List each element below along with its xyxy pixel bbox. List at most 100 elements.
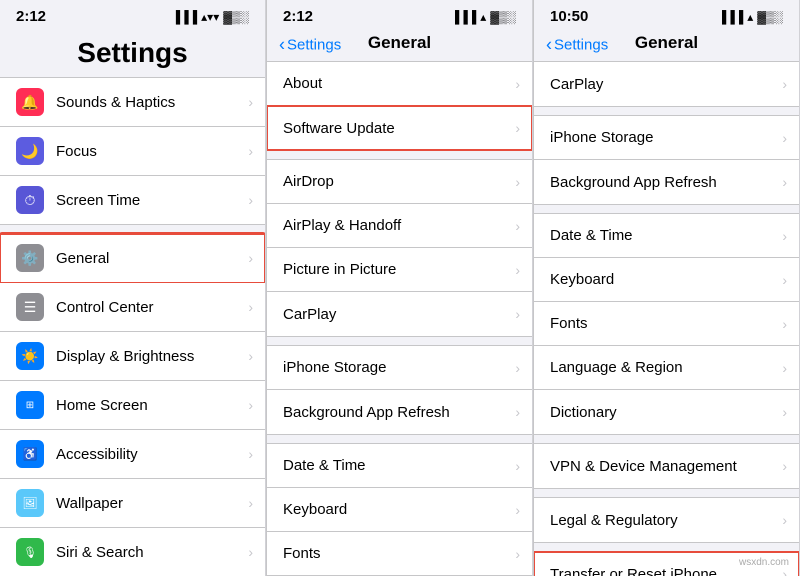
- airdrop-label: AirDrop: [283, 173, 515, 190]
- general-item-iphone-storage[interactable]: iPhone Storage ›: [267, 346, 532, 390]
- about-chevron: ›: [515, 76, 520, 92]
- general-item-airdrop[interactable]: AirDrop ›: [267, 160, 532, 204]
- settings-item-home-screen[interactable]: ⊞ Home Screen ›: [0, 381, 265, 430]
- general-item-fonts[interactable]: Fonts ›: [267, 532, 532, 576]
- about-label: About: [283, 75, 515, 92]
- general-item-software-update[interactable]: Software Update ›: [267, 106, 532, 150]
- fonts-chevron-3: ›: [782, 316, 787, 332]
- sounds-icon: 🔔: [16, 88, 44, 116]
- wallpaper-chevron: ›: [248, 495, 253, 511]
- general3-item-date-time[interactable]: Date & Time ›: [534, 214, 799, 258]
- settings-item-siri[interactable]: 🎙 Siri & Search ›: [0, 528, 265, 576]
- language-label-3: Language & Region: [550, 359, 782, 376]
- status-icons-1: ▐▐▐ ▴▾▾ ▓▒░: [172, 10, 249, 24]
- settings-item-general[interactable]: ⚙️ General ›: [0, 234, 265, 283]
- settings-title-bar: Settings: [0, 29, 265, 77]
- control-center-chevron: ›: [248, 299, 253, 315]
- general3-item-iphone-storage[interactable]: iPhone Storage ›: [534, 116, 799, 160]
- general3-group-5: Legal & Regulatory ›: [534, 497, 799, 543]
- general3-item-keyboard[interactable]: Keyboard ›: [534, 258, 799, 302]
- accessibility-icon: ♿: [16, 440, 44, 468]
- settings-item-wallpaper[interactable]: 🖼 Wallpaper ›: [0, 479, 265, 528]
- settings-item-sounds[interactable]: 🔔 Sounds & Haptics ›: [0, 78, 265, 127]
- panel-1-settings: 2:12 ▐▐▐ ▴▾▾ ▓▒░ Settings 🔔 Sounds & Hap…: [0, 0, 266, 576]
- general3-item-dictionary[interactable]: Dictionary ›: [534, 390, 799, 434]
- settings-title: Settings: [77, 37, 187, 68]
- screen-time-label: Screen Time: [56, 192, 248, 209]
- general3-item-legal[interactable]: Legal & Regulatory ›: [534, 498, 799, 542]
- general-group-4: Date & Time › Keyboard › Fonts › Languag…: [267, 443, 532, 576]
- software-update-label: Software Update: [283, 120, 515, 137]
- nav-title-2: General: [368, 33, 431, 52]
- general3-item-background-refresh[interactable]: Background App Refresh ›: [534, 160, 799, 204]
- siri-icon: 🎙: [16, 538, 44, 566]
- back-label-2: Settings: [287, 37, 341, 54]
- back-button-2[interactable]: ‹ Settings: [279, 35, 341, 56]
- watermark: wsxdn.com: [739, 557, 789, 568]
- general3-item-vpn[interactable]: VPN & Device Management ›: [534, 444, 799, 488]
- general-group-3: iPhone Storage › Background App Refresh …: [267, 345, 532, 435]
- picture-chevron: ›: [515, 262, 520, 278]
- background-refresh-label-2: Background App Refresh: [283, 404, 515, 421]
- wifi-icon-2: ▴: [480, 10, 486, 24]
- battery-icon: ▓▒░: [223, 10, 249, 24]
- general-item-airplay[interactable]: AirPlay & Handoff ›: [267, 204, 532, 248]
- screen-time-chevron: ›: [248, 192, 253, 208]
- settings-item-accessibility[interactable]: ♿ Accessibility ›: [0, 430, 265, 479]
- battery-icon-2: ▓▒░: [490, 10, 516, 24]
- legal-chevron-3: ›: [782, 512, 787, 528]
- airplay-label: AirPlay & Handoff: [283, 217, 515, 234]
- date-time-chevron-3: ›: [782, 228, 787, 244]
- home-screen-label: Home Screen: [56, 397, 248, 414]
- dictionary-chevron-3: ›: [782, 404, 787, 420]
- general-item-about[interactable]: About ›: [267, 62, 532, 106]
- settings-item-display[interactable]: ☀️ Display & Brightness ›: [0, 332, 265, 381]
- display-icon: ☀️: [16, 342, 44, 370]
- general3-item-fonts[interactable]: Fonts ›: [534, 302, 799, 346]
- carplay-label-2: CarPlay: [283, 306, 515, 323]
- general-item-carplay[interactable]: CarPlay ›: [267, 292, 532, 336]
- settings-item-screen-time[interactable]: ⏱ Screen Time ›: [0, 176, 265, 224]
- status-bar-1: 2:12 ▐▐▐ ▴▾▾ ▓▒░: [0, 0, 265, 29]
- settings-item-control-center[interactable]: ☰ Control Center ›: [0, 283, 265, 332]
- fonts-label-2: Fonts: [283, 545, 515, 562]
- status-bar-3: 10:50 ▐▐▐ ▴ ▓▒░: [534, 0, 799, 29]
- back-chevron-2: ‹: [279, 35, 285, 56]
- wallpaper-icon: 🖼: [16, 489, 44, 517]
- general3-item-carplay[interactable]: CarPlay ›: [534, 62, 799, 106]
- siri-chevron: ›: [248, 544, 253, 560]
- background-refresh-chevron-2: ›: [515, 404, 520, 420]
- display-label: Display & Brightness: [56, 348, 248, 365]
- settings-item-focus[interactable]: 🌙 Focus ›: [0, 127, 265, 176]
- language-chevron-3: ›: [782, 360, 787, 376]
- general3-group-2: iPhone Storage › Background App Refresh …: [534, 115, 799, 205]
- airdrop-chevron: ›: [515, 174, 520, 190]
- back-label-3: Settings: [554, 37, 608, 54]
- panel-2-general: 2:12 ▐▐▐ ▴ ▓▒░ ‹ Settings General About …: [267, 0, 533, 576]
- siri-label: Siri & Search: [56, 544, 248, 561]
- date-time-chevron-2: ›: [515, 458, 520, 474]
- display-chevron: ›: [248, 348, 253, 364]
- back-button-3[interactable]: ‹ Settings: [546, 35, 608, 56]
- iphone-storage-chevron-2: ›: [515, 360, 520, 376]
- wifi-icon-3: ▴: [747, 10, 753, 24]
- general3-item-language[interactable]: Language & Region ›: [534, 346, 799, 390]
- accessibility-chevron: ›: [248, 446, 253, 462]
- dictionary-label-3: Dictionary: [550, 404, 782, 421]
- settings-group-1: 🔔 Sounds & Haptics › 🌙 Focus › ⏱ Screen …: [0, 77, 265, 225]
- general-item-keyboard[interactable]: Keyboard ›: [267, 488, 532, 532]
- fonts-chevron-2: ›: [515, 546, 520, 562]
- general-item-picture[interactable]: Picture in Picture ›: [267, 248, 532, 292]
- general-item-background-refresh[interactable]: Background App Refresh ›: [267, 390, 532, 434]
- carplay-chevron-2: ›: [515, 306, 520, 322]
- nav-header-2: ‹ Settings General: [267, 29, 532, 61]
- fonts-label-3: Fonts: [550, 315, 782, 332]
- panel1-content: 🔔 Sounds & Haptics › 🌙 Focus › ⏱ Screen …: [0, 77, 265, 576]
- control-center-icon: ☰: [16, 293, 44, 321]
- screen-time-icon: ⏱: [16, 186, 44, 214]
- focus-icon: 🌙: [16, 137, 44, 165]
- airplay-chevron: ›: [515, 218, 520, 234]
- iphone-storage-chevron-3: ›: [782, 130, 787, 146]
- sounds-chevron: ›: [248, 94, 253, 110]
- general-item-date-time[interactable]: Date & Time ›: [267, 444, 532, 488]
